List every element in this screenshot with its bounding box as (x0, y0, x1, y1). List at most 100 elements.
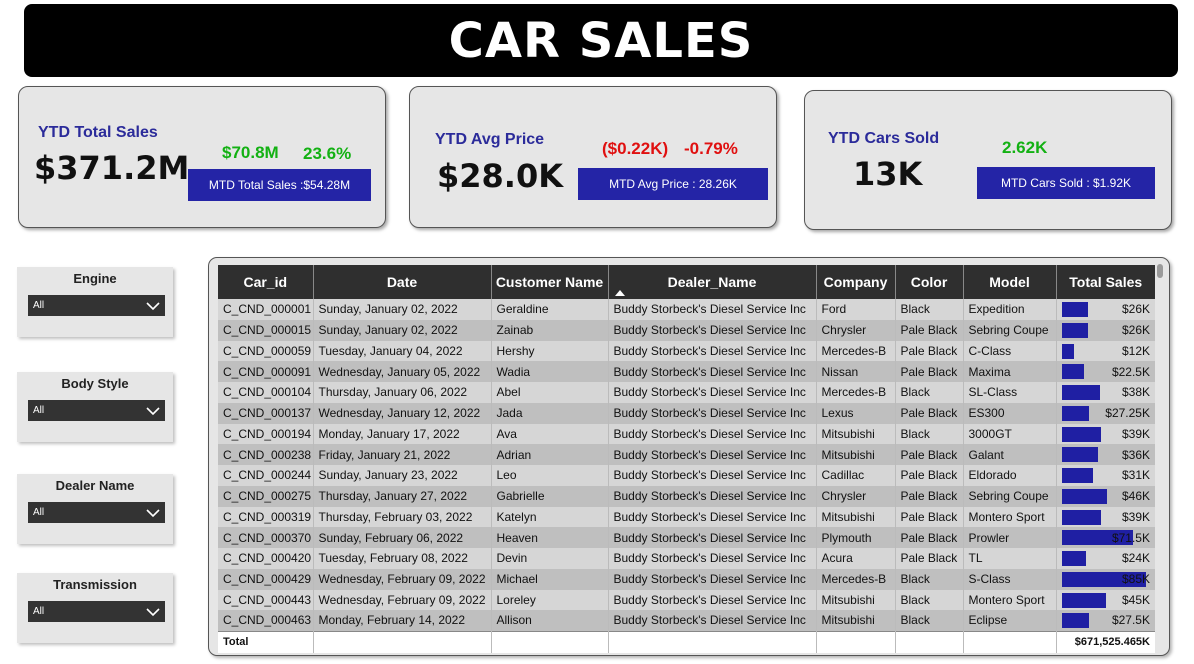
cell-dealer: Buddy Storbeck's Diesel Service Inc (607, 340, 816, 362)
cell-total-sales: $46K (1055, 485, 1155, 507)
total-sales-value: $671,525.465K (1055, 630, 1155, 653)
kpi-value: $28.0K (437, 157, 564, 195)
cell-car-id: C_CND_000137 (218, 402, 313, 424)
cell-dealer: Buddy Storbeck's Diesel Service Inc (607, 299, 816, 320)
slicer-label: Transmission (53, 577, 137, 592)
slicer-label: Body Style (61, 376, 129, 391)
cell-dealer: Buddy Storbeck's Diesel Service Inc (607, 465, 816, 486)
table-scrollbar[interactable] (1156, 264, 1164, 642)
kpi-card-avg-price[interactable]: YTD Avg Price $28.0K ($0.22K) -0.79% MTD… (409, 86, 777, 228)
transmission-dropdown[interactable]: All (28, 601, 165, 622)
column-header-model[interactable]: Model (962, 265, 1056, 299)
cell-company: Ford (815, 299, 895, 320)
cell-company: Mercedes-B (815, 568, 895, 590)
sales-value: $38K (1121, 385, 1150, 400)
cell-customer: Abel (490, 382, 608, 403)
sales-data-bar (1061, 405, 1089, 421)
cell-date: Tuesday, February 08, 2022 (312, 548, 491, 569)
cell-total-sales: $85K (1055, 568, 1155, 590)
column-header-customer-name[interactable]: Customer Name (490, 265, 608, 299)
column-header-color[interactable]: Color (894, 265, 963, 299)
column-header-car-id[interactable]: Car_id (218, 265, 313, 299)
cell-date: Monday, January 17, 2022 (312, 423, 491, 445)
column-header-company[interactable]: Company (815, 265, 895, 299)
cell-customer: Katelyn (490, 506, 608, 528)
table-row[interactable]: C_CND_000319 Thursday, February 03, 2022 K… (218, 506, 1155, 528)
cell-dealer: Buddy Storbeck's Diesel Service Inc (607, 506, 816, 528)
table-row[interactable]: C_CND_000194 Monday, January 17, 2022 Ava B… (218, 423, 1155, 445)
table-row[interactable]: C_CND_000104 Thursday, January 06, 2022 Ab… (218, 382, 1155, 403)
sort-ascending-icon (614, 290, 625, 296)
cell-company: Lexus (815, 402, 895, 424)
cell-customer: Allison (490, 610, 608, 631)
scrollbar-thumb[interactable] (1157, 264, 1163, 278)
column-header-total-sales[interactable]: Total Sales (1055, 265, 1155, 299)
sales-data-bar (1061, 302, 1088, 317)
kpi-value: 13K (853, 155, 923, 193)
table-row[interactable]: C_CND_000001 Sunday, January 02, 2022 Gera… (218, 299, 1155, 320)
table-row[interactable]: C_CND_000137 Wednesday, January 12, 2022 J… (218, 402, 1155, 424)
kpi-card-total-sales[interactable]: YTD Total Sales $371.2M $70.8M 23.6% MTD… (18, 86, 386, 228)
cell-car-id: C_CND_000194 (218, 423, 313, 445)
cell-customer: Gabrielle (490, 485, 608, 507)
cell-total-sales: $22.5K (1055, 361, 1155, 382)
cell-color: Black (894, 423, 963, 445)
cell-color: Pale Black (894, 444, 963, 465)
cell-customer: Zainab (490, 319, 608, 341)
sales-value: $24K (1121, 551, 1150, 566)
cell-dealer: Buddy Storbeck's Diesel Service Inc (607, 527, 816, 548)
cell-color: Black (894, 299, 963, 320)
column-header-dealer-name[interactable]: Dealer_Name (607, 265, 816, 299)
table-row[interactable]: C_CND_000463 Monday, February 14, 2022 All… (218, 610, 1155, 631)
table-row[interactable]: C_CND_000059 Tuesday, January 04, 2022 Her… (218, 340, 1155, 362)
cell-customer: Geraldine (490, 299, 608, 320)
table-row[interactable]: C_CND_000015 Sunday, January 02, 2022 Zain… (218, 319, 1155, 341)
dashboard: CAR SALES YTD Total Sales $371.2M $70.8M… (0, 0, 1194, 664)
cell-dealer: Buddy Storbeck's Diesel Service Inc (607, 610, 816, 631)
cell-color: Black (894, 589, 963, 611)
column-header-date[interactable]: Date (312, 265, 491, 299)
cell-total-sales: $27.25K (1055, 402, 1155, 424)
dealer-name-dropdown[interactable]: All (28, 502, 165, 523)
table-row[interactable]: C_CND_000429 Wednesday, February 09, 2022… (218, 568, 1155, 590)
kpi-label: YTD Total Sales (38, 124, 158, 141)
sales-table-panel: Car_id Date Customer Name Dealer_Name Co… (208, 257, 1170, 656)
cell-color: Pale Black (894, 361, 963, 382)
table-row[interactable]: C_CND_000238 Friday, January 21, 2022 Adri… (218, 444, 1155, 465)
cell-customer: Michael (490, 568, 608, 590)
cell-car-id: C_CND_000059 (218, 340, 313, 362)
dropdown-value: All (33, 507, 45, 518)
cell-total-sales: $39K (1055, 423, 1155, 445)
cell-total-sales: $39K (1055, 506, 1155, 528)
table-row[interactable]: C_CND_000244 Sunday, January 23, 2022 Leo B… (218, 465, 1155, 486)
body-style-dropdown[interactable]: All (28, 400, 165, 421)
cell-dealer: Buddy Storbeck's Diesel Service Inc (607, 444, 816, 465)
cell-company: Mitsubishi (815, 444, 895, 465)
sales-data-bar (1061, 447, 1098, 463)
sales-data-bar (1061, 426, 1101, 442)
table-row[interactable]: C_CND_000275 Thursday, January 27, 2022 Ga… (218, 485, 1155, 507)
table-row[interactable]: C_CND_000443 Wednesday, February 09, 2022… (218, 589, 1155, 611)
cell-color: Pale Black (894, 465, 963, 486)
cell-model: Prowler (962, 527, 1056, 548)
slicer-label: Dealer Name (55, 478, 135, 493)
table-row[interactable]: C_CND_000370 Sunday, February 06, 2022 Hea… (218, 527, 1155, 548)
cell-color: Pale Black (894, 340, 963, 362)
cell-date: Tuesday, January 04, 2022 (312, 340, 491, 362)
cell-car-id: C_CND_000015 (218, 319, 313, 341)
cell-model: Eldorado (962, 465, 1056, 486)
kpi-card-cars-sold[interactable]: YTD Cars Sold 13K 2.62K MTD Cars Sold : … (804, 90, 1172, 230)
engine-dropdown[interactable]: All (28, 295, 165, 316)
sales-value: $85K (1121, 572, 1150, 587)
sales-data-bar (1061, 364, 1084, 380)
chevron-down-icon (146, 406, 160, 415)
sales-value: $22.5K (1111, 364, 1150, 379)
table-row[interactable]: C_CND_000091 Wednesday, January 05, 2022 W… (218, 361, 1155, 382)
kpi-mtd-badge: MTD Avg Price : 28.26K (578, 168, 768, 200)
cell-model: Sebring Coupe (962, 319, 1056, 341)
cell-model: 3000GT (962, 423, 1056, 445)
sales-value: $12K (1121, 343, 1150, 358)
sales-value: $31K (1121, 468, 1150, 483)
table-row[interactable]: C_CND_000420 Tuesday, February 08, 2022 De… (218, 548, 1155, 569)
cell-total-sales: $31K (1055, 465, 1155, 486)
